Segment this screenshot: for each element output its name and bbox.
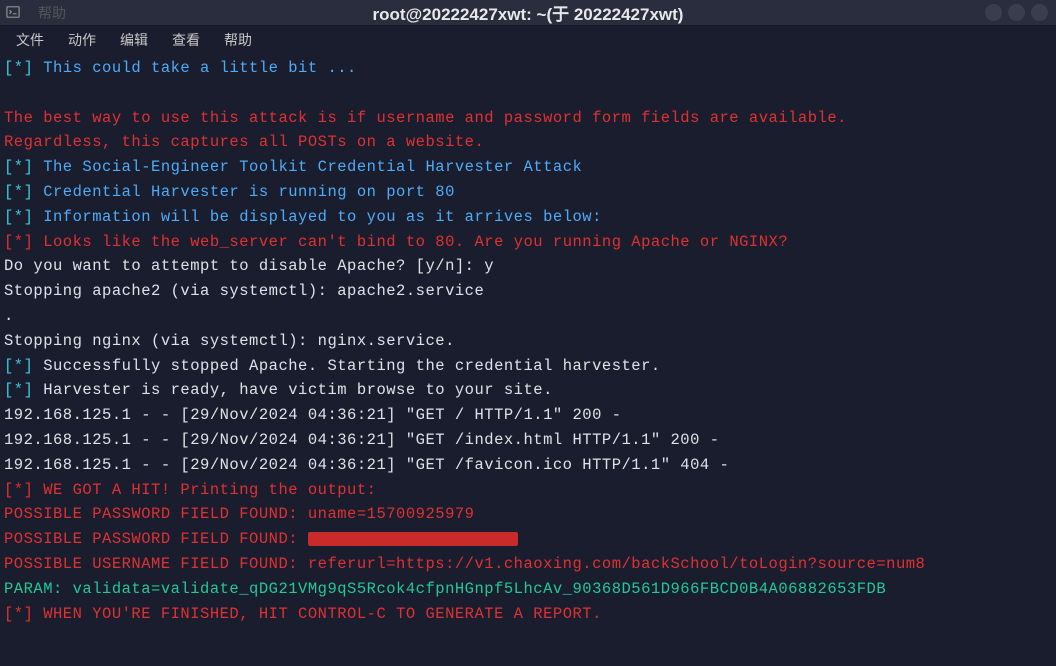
output-line: The best way to use this attack is if us… bbox=[4, 106, 1052, 131]
output-line: . bbox=[4, 304, 1052, 329]
menu-file[interactable]: 文件 bbox=[6, 28, 54, 52]
window-title: root@20222427xwt: ~(于 20222427xwt) bbox=[373, 0, 684, 25]
menu-help[interactable]: 帮助 bbox=[214, 28, 262, 52]
minimize-button[interactable] bbox=[985, 4, 1002, 21]
info-marker: [*] bbox=[4, 605, 33, 623]
output-line: POSSIBLE USERNAME FIELD FOUND: referurl=… bbox=[4, 552, 1052, 577]
status-marker: [*] bbox=[4, 183, 33, 201]
output-line: Do you want to attempt to disable Apache… bbox=[4, 254, 1052, 279]
menu-view[interactable]: 查看 bbox=[162, 28, 210, 52]
window-titlebar: 帮助 root@20222427xwt: ~(于 20222427xwt) bbox=[0, 0, 1056, 26]
redacted-password bbox=[308, 532, 518, 546]
window-controls bbox=[985, 4, 1048, 21]
menu-actions[interactable]: 动作 bbox=[58, 28, 106, 52]
status-marker: [*] bbox=[4, 208, 33, 226]
warning-marker: [*] bbox=[4, 233, 33, 251]
output-line: [*] WE GOT A HIT! Printing the output: bbox=[4, 478, 1052, 503]
output-line: 192.168.125.1 - - [29/Nov/2024 04:36:21]… bbox=[4, 453, 1052, 478]
titlebar-ghost-text: 帮助 bbox=[38, 3, 66, 23]
output-line: PARAM: validata=validate_qDG21VMg9qS5Rco… bbox=[4, 577, 1052, 602]
close-button[interactable] bbox=[1031, 4, 1048, 21]
maximize-button[interactable] bbox=[1008, 4, 1025, 21]
output-line: Stopping nginx (via systemctl): nginx.se… bbox=[4, 329, 1052, 354]
output-line: [*] The Social-Engineer Toolkit Credenti… bbox=[4, 155, 1052, 180]
status-marker: [*] bbox=[4, 357, 33, 375]
output-line: Stopping apache2 (via systemctl): apache… bbox=[4, 279, 1052, 304]
status-marker: [*] bbox=[4, 59, 33, 77]
output-line: 192.168.125.1 - - [29/Nov/2024 04:36:21]… bbox=[4, 403, 1052, 428]
terminal-output[interactable]: [*] This could take a little bit ... The… bbox=[0, 54, 1056, 628]
menu-bar: 文件 动作 编辑 查看 帮助 bbox=[0, 26, 1056, 54]
output-line: POSSIBLE PASSWORD FIELD FOUND: uname=157… bbox=[4, 502, 1052, 527]
menu-edit[interactable]: 编辑 bbox=[110, 28, 158, 52]
output-line: [*] Harvester is ready, have victim brow… bbox=[4, 378, 1052, 403]
output-line: POSSIBLE PASSWORD FIELD FOUND: bbox=[4, 527, 1052, 552]
output-line: Regardless, this captures all POSTs on a… bbox=[4, 130, 1052, 155]
output-line: [*] Information will be displayed to you… bbox=[4, 205, 1052, 230]
status-marker: [*] bbox=[4, 381, 33, 399]
output-line: [*] WHEN YOU'RE FINISHED, HIT CONTROL-C … bbox=[4, 602, 1052, 627]
output-line: [*] Looks like the web_server can't bind… bbox=[4, 230, 1052, 255]
hit-marker: [*] bbox=[4, 481, 33, 499]
output-line: [*] Credential Harvester is running on p… bbox=[4, 180, 1052, 205]
output-line: [*] This could take a little bit ... bbox=[4, 56, 1052, 81]
output-line: [*] Successfully stopped Apache. Startin… bbox=[4, 354, 1052, 379]
output-line: 192.168.125.1 - - [29/Nov/2024 04:36:21]… bbox=[4, 428, 1052, 453]
output-line bbox=[4, 81, 1052, 106]
status-marker: [*] bbox=[4, 158, 33, 176]
terminal-icon bbox=[6, 5, 20, 19]
